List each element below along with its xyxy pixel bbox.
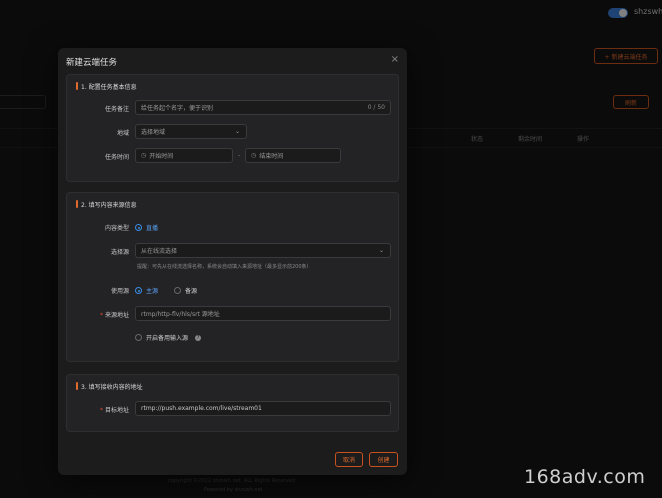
create-label: 创建 — [377, 457, 390, 464]
chevron-down-icon: ⌄ — [378, 247, 384, 254]
primary-source-radio[interactable]: 主源 — [135, 286, 158, 295]
dialog-title: 新建云端任务 — [66, 58, 118, 68]
chevron-down-icon: ⌄ — [234, 128, 240, 135]
enable-backup-input-checkbox[interactable]: 开启备用输入源 ? — [135, 333, 202, 342]
section-target-address: 3. 填写接收内容的地址 * 目标地址 rtmp://push.example.c… — [66, 374, 399, 432]
help-icon[interactable]: ? — [195, 334, 202, 341]
remark-input[interactable]: 给任务起个名字，便于识别 0 / 50 — [135, 100, 391, 115]
radio-unchecked-icon — [174, 287, 181, 294]
remark-counter: 0 / 50 — [367, 104, 385, 111]
create-button[interactable]: 创建 — [369, 452, 398, 467]
start-time-input[interactable]: ◷ 开始时间 — [135, 148, 233, 163]
source-select-placeholder: 从在线流选择 — [141, 248, 178, 255]
remark-label: 任务备注 — [104, 106, 129, 113]
source-hint: 提醒：可先从在线流选择名称，系统会自动填入来源地址（最多显示前200条） — [137, 264, 312, 270]
target-label: * 目标地址 — [69, 405, 129, 414]
source-url-label: * 来源地址 — [69, 310, 129, 319]
backup-source-label: 备源 — [185, 288, 198, 295]
source-select[interactable]: 从在线流选择 ⌄ — [135, 243, 391, 258]
enable-backup-label: 开启备用输入源 — [146, 335, 189, 342]
required-mark: * — [99, 312, 103, 319]
clock-icon: ◷ — [251, 152, 257, 159]
radio-checked-icon — [135, 224, 142, 231]
end-time-input[interactable]: ◷ 结束时间 — [245, 148, 341, 163]
close-icon[interactable]: × — [391, 54, 399, 65]
content-type-live-radio[interactable]: 直播 — [135, 223, 158, 232]
source-url-placeholder: rtmp/http-flv/hls/srt 源地址 — [141, 311, 220, 318]
primary-source-label: 主源 — [146, 288, 159, 295]
target-address-value: rtmp://push.example.com/live/stream01 — [141, 405, 262, 412]
new-task-dialog: 新建云端任务 × 1. 配置任务基本信息 任务备注 给任务起个名字，便于识别 0… — [58, 48, 407, 475]
section-title: 1. 配置任务基本信息 — [76, 82, 137, 91]
time-separator: - — [238, 152, 241, 159]
region-placeholder: 选择地域 — [141, 129, 166, 136]
target-label-text: 目标地址 — [104, 407, 129, 414]
backup-source-radio[interactable]: 备源 — [174, 286, 197, 295]
use-source-label: 使用源 — [110, 288, 129, 295]
source-select-label: 选择源 — [110, 249, 129, 256]
source-url-input[interactable]: rtmp/http-flv/hls/srt 源地址 — [135, 306, 391, 321]
cancel-button[interactable]: 取消 — [335, 452, 363, 467]
start-time-placeholder: 开始时间 — [149, 153, 174, 160]
time-label: 任务时间 — [104, 154, 129, 161]
cancel-label: 取消 — [342, 457, 355, 464]
region-select[interactable]: 选择地域 ⌄ — [135, 124, 247, 139]
source-url-label-text: 来源地址 — [104, 312, 129, 319]
section-source-info: 2. 填写内容来源信息 内容类型 直播 选择源 从在线流选择 ⌄ 提醒：可先从在… — [66, 192, 399, 362]
checkbox-icon — [135, 334, 142, 341]
content-type-live-label: 直播 — [146, 225, 159, 232]
section-title: 3. 填写接收内容的地址 — [76, 382, 143, 391]
clock-icon: ◷ — [141, 152, 147, 159]
section-basic-info: 1. 配置任务基本信息 任务备注 给任务起个名字，便于识别 0 / 50 地域 … — [66, 74, 399, 182]
section-title: 2. 填写内容来源信息 — [76, 200, 137, 209]
watermark: 168adv.com — [524, 466, 646, 488]
end-time-placeholder: 结束时间 — [259, 153, 284, 160]
remark-placeholder: 给任务起个名字，便于识别 — [141, 105, 214, 112]
required-mark: * — [99, 407, 103, 414]
content-type-label: 内容类型 — [104, 225, 129, 232]
radio-checked-icon — [135, 287, 142, 294]
target-address-input[interactable]: rtmp://push.example.com/live/stream01 — [135, 401, 391, 416]
region-label: 地域 — [116, 130, 129, 137]
